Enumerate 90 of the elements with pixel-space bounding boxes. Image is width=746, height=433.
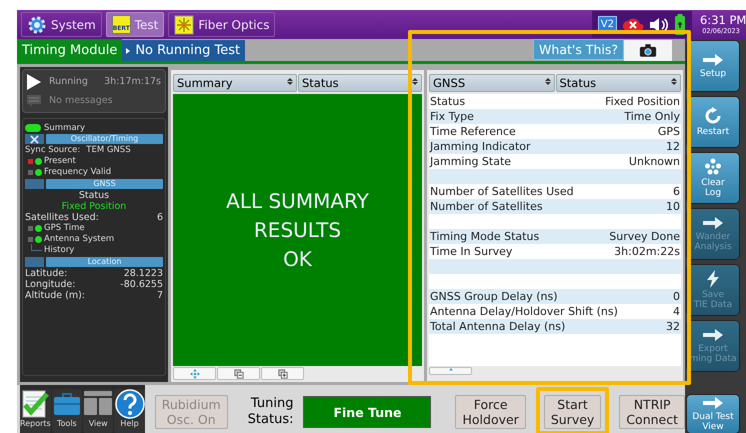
row-label: Jamming State	[430, 155, 512, 168]
play-icon	[27, 74, 41, 90]
starburst-icon	[174, 14, 194, 34]
toolbar-button[interactable]: Tools	[52, 389, 82, 433]
minus-pages-icon	[234, 368, 244, 378]
camera-icon	[639, 43, 657, 58]
close-button[interactable]	[25, 134, 44, 144]
toolbar-button[interactable]: Help	[114, 389, 145, 433]
dropdown[interactable]: GNSS	[429, 74, 554, 92]
message-icon	[27, 94, 41, 106]
row-value: Survey Done	[609, 230, 680, 243]
row-label: Fix Type	[430, 110, 474, 123]
status-value: Fixed Position	[60, 201, 128, 212]
action-button[interactable]: NTRIP Connect	[619, 395, 685, 429]
arrow-icon	[701, 396, 725, 410]
row-label: GNSS Group Delay (ns)	[430, 290, 558, 303]
row-label: Antenna Delay/Holdover Shift (ns)	[430, 305, 618, 318]
action-button[interactable]: Start Survey	[544, 395, 602, 429]
arrow-icon	[701, 328, 725, 342]
dropdown[interactable]: Summary	[173, 74, 297, 92]
row-label: Time In Survey	[430, 245, 512, 258]
messages-text: No messages	[49, 95, 113, 106]
led-label: GPS Time	[44, 223, 85, 234]
row-value: Fixed Position	[605, 95, 680, 108]
dropdown[interactable]: Status	[556, 74, 681, 92]
shrink-button[interactable]	[217, 367, 260, 380]
elapsed-time: 3h:17m:17s	[104, 76, 161, 87]
row-value: 10	[666, 200, 680, 213]
tuning-status: Fine Tune	[303, 396, 432, 428]
tuning-label: Tuning Status:	[248, 396, 294, 428]
toolbar-button[interactable]: View	[83, 389, 114, 433]
field-value: 6	[156, 212, 163, 223]
dropdown[interactable]: Status	[298, 74, 422, 92]
led-label: Frequency Valid	[44, 167, 112, 178]
arrow-icon	[701, 216, 725, 230]
row-label: Number of Satellites	[430, 200, 543, 213]
side-button[interactable]: Dual Test View	[687, 395, 739, 433]
row-value: 32	[666, 320, 680, 333]
row-label: Number of Satellites Used	[430, 185, 574, 198]
field-label: Sync Source:	[25, 145, 80, 156]
app-button[interactable]: System	[21, 12, 102, 37]
field-label: Altitude (m):	[25, 290, 86, 301]
row-value: 4	[673, 305, 680, 318]
row-value: 0	[673, 290, 680, 303]
row-label: Time Reference	[430, 125, 516, 138]
led-label: Present	[44, 156, 76, 167]
camera-button[interactable]	[624, 40, 672, 61]
checklist-icon	[20, 389, 50, 419]
caret-icon	[126, 48, 130, 54]
run-state: Running	[49, 76, 88, 87]
speaker-icon	[649, 16, 669, 32]
gear-icon	[27, 14, 47, 34]
row-value: GPS	[658, 125, 680, 138]
field-value: 28.1223	[124, 268, 163, 279]
row-value: Time Only	[624, 110, 680, 123]
row-value: Unknown	[628, 155, 680, 168]
row-label: Status	[430, 95, 466, 108]
status-label: Status	[78, 190, 110, 201]
module-tab[interactable]: Timing Module	[17, 39, 122, 61]
row-label: Jamming Indicator	[430, 140, 531, 153]
row-value: 6	[673, 185, 680, 198]
arrow-icon	[701, 52, 725, 67]
help-icon	[114, 389, 145, 419]
test-tab[interactable]: No Running Test	[122, 40, 246, 61]
row-label: Total Antenna Delay (ns)	[430, 320, 566, 333]
move-button[interactable]	[173, 367, 216, 380]
field-label: Satellites Used:	[25, 212, 99, 223]
row-value: 3h:02m:22s	[614, 245, 680, 258]
plus-pages-icon	[278, 368, 288, 378]
app-button[interactable]: Fiber Optics	[168, 12, 276, 37]
field-label: Longitude:	[25, 279, 76, 290]
expand-button[interactable]	[261, 367, 304, 380]
network-error-icon	[622, 18, 644, 32]
summary-message: ALL SUMMARY RESULTS OK	[226, 188, 369, 272]
lightning-icon	[705, 270, 721, 288]
history-link[interactable]: History	[44, 245, 74, 256]
led-label: Antenna System	[44, 234, 114, 245]
summary-label: Summary	[44, 122, 86, 132]
row-label: Timing Mode Status	[430, 230, 540, 243]
row-value: 12	[666, 140, 680, 153]
toolbar-button[interactable]: Reports	[20, 389, 51, 433]
field-label: Latitude:	[25, 268, 68, 279]
field-value: 7	[156, 290, 163, 301]
field-value: -80.6255	[120, 279, 163, 290]
tree-branch	[31, 244, 42, 251]
move-icon	[190, 368, 200, 378]
dots-icon	[704, 158, 722, 176]
action-button[interactable]: Force Holdover	[455, 395, 526, 429]
restart-icon	[704, 106, 722, 125]
field-value: TEM GNSS	[86, 145, 131, 156]
